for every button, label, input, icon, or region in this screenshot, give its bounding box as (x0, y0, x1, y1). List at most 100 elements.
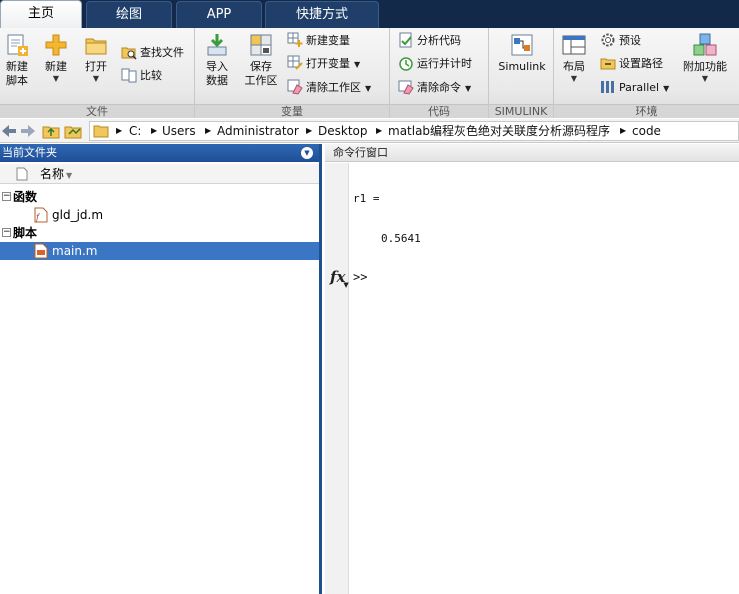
file-row-gld-jd[interactable]: f gld_jd.m (0, 206, 319, 224)
collapse-toggle-icon[interactable]: − (2, 228, 11, 237)
tab-plots[interactable]: 绘图 (86, 1, 172, 28)
file-row-main[interactable]: main.m (0, 242, 319, 260)
new-script-icon (7, 34, 28, 56)
file-name: main.m (52, 244, 98, 258)
group-row-scripts[interactable]: − 脚本 (0, 224, 319, 242)
back-arrow-icon[interactable] (0, 122, 18, 140)
find-files-label: 查找文件 (140, 46, 184, 59)
breadcrumb-separator-icon: ▶ (151, 126, 158, 135)
addons-cubes-icon (693, 33, 717, 56)
run-and-time-button[interactable]: 运行并计时 (398, 55, 472, 73)
breadcrumb-drive[interactable]: C: (129, 122, 141, 140)
save-workspace-button[interactable]: 保存 工作区 (241, 30, 281, 88)
open-variable-button[interactable]: 打开变量 ▼ (287, 55, 360, 73)
analyze-code-label: 分析代码 (417, 34, 461, 47)
clear-workspace-label: 清除工作区 (306, 81, 361, 94)
breadcrumb-separator-icon: ▶ (306, 126, 313, 135)
clear-workspace-icon (287, 79, 303, 95)
new-script-label-2: 脚本 (6, 74, 28, 87)
collapse-toggle-icon[interactable]: − (2, 192, 11, 201)
import-data-icon (207, 34, 227, 56)
group-variable: 导入 数据 保存 工作区 新建变量 打开变量 ▼ 清除工作区 ▼ 变量 (195, 28, 390, 118)
command-window[interactable]: 命令行窗口 r1 = 0.5641 fx▼ >> (325, 144, 739, 594)
breadcrumb[interactable]: ▶ C: ▶ Users ▶ Administrator ▶ Desktop ▶… (89, 121, 739, 141)
addons-button[interactable]: 附加功能 ▼ (680, 30, 730, 84)
script-file-icon (34, 243, 48, 259)
tab-home[interactable]: 主页 (0, 0, 82, 28)
folder-icon (93, 125, 109, 138)
output-variable-line: r1 = (353, 192, 380, 205)
simulink-button[interactable]: Simulink (495, 30, 549, 74)
new-dropdown-icon: ▼ (52, 74, 60, 83)
group-row-functions[interactable]: − 函数 (0, 188, 319, 206)
clear-commands-dropdown-icon[interactable]: ▼ (465, 84, 471, 93)
breadcrumb-project-folder[interactable]: matlab编程灰色绝对关联度分析源码程序 (388, 122, 610, 140)
import-label-2: 数据 (206, 74, 228, 87)
layout-button[interactable]: 布局 ▼ (558, 30, 590, 84)
name-column-header[interactable]: 名称 ▼ (40, 164, 72, 186)
clear-commands-icon (398, 80, 414, 95)
analyze-code-button[interactable]: 分析代码 (398, 32, 461, 50)
group-file: 新建 脚本 新建 ▼ 打开 ▼ 查找文件 比较 文件 (0, 28, 195, 118)
parallel-dropdown-icon[interactable]: ▼ (663, 84, 669, 93)
import-data-button[interactable]: 导入 数据 (201, 30, 233, 88)
tab-shortcuts[interactable]: 快捷方式 (265, 1, 379, 28)
set-path-button[interactable]: 设置路径 (600, 55, 663, 73)
current-folder-title: 当前文件夹 (2, 146, 57, 159)
run-and-time-label: 运行并计时 (417, 57, 472, 70)
toolstrip-tabs: 主页 绘图 APP 快捷方式 (0, 0, 739, 28)
open-folder-icon (85, 38, 107, 55)
clear-workspace-button[interactable]: 清除工作区 ▼ (287, 79, 371, 97)
open-dropdown-icon: ▼ (92, 74, 100, 83)
function-browser-fx-icon[interactable]: fx▼ (330, 268, 349, 289)
breadcrumb-separator-icon: ▶ (620, 126, 627, 135)
new-variable-icon (287, 32, 303, 47)
forward-arrow-icon[interactable] (19, 122, 37, 140)
current-folder-title-bar[interactable]: 当前文件夹 ▼ (0, 144, 319, 162)
group-code-label: 代码 (390, 104, 488, 118)
command-prompt[interactable]: >> (353, 270, 367, 284)
preferences-label: 预设 (619, 34, 641, 47)
output-value-line: 0.5641 (381, 232, 421, 245)
group-simulink-label: SIMULINK (489, 104, 553, 118)
open-variable-label: 打开变量 (306, 57, 350, 70)
layout-icon (562, 35, 586, 55)
compare-button[interactable]: 比较 (121, 67, 162, 85)
clear-commands-button[interactable]: 清除命令 ▼ (398, 79, 471, 97)
group-environment: 布局 ▼ 预设 设置路径 Parallel ▼ 附加功能 ▼ 环境 (554, 28, 739, 118)
command-window-title[interactable]: 命令行窗口 (325, 144, 739, 162)
new-label: 新建 (45, 60, 67, 73)
breadcrumb-separator-icon: ▶ (205, 126, 212, 135)
layout-dropdown-icon: ▼ (570, 74, 578, 83)
new-button[interactable]: 新建 ▼ (40, 30, 72, 84)
gear-icon (601, 33, 615, 47)
find-files-button[interactable]: 查找文件 (121, 44, 184, 62)
preferences-button[interactable]: 预设 (600, 32, 641, 50)
breadcrumb-desktop[interactable]: Desktop (318, 122, 368, 140)
panel-menu-chevron-down-icon[interactable]: ▼ (301, 147, 313, 159)
new-variable-label: 新建变量 (306, 34, 350, 47)
breadcrumb-separator-icon: ▶ (376, 126, 383, 135)
compare-icon (121, 68, 137, 83)
breadcrumb-code[interactable]: code (632, 122, 661, 140)
new-script-button[interactable]: 新建 脚本 (2, 30, 32, 88)
name-column-label: 名称 (40, 167, 65, 181)
breadcrumb-users[interactable]: Users (162, 122, 196, 140)
clear-workspace-dropdown-icon[interactable]: ▼ (365, 84, 371, 93)
open-button[interactable]: 打开 ▼ (80, 30, 112, 84)
new-variable-button[interactable]: 新建变量 (287, 32, 350, 50)
new-script-label-1: 新建 (6, 60, 28, 73)
file-name: gld_jd.m (52, 208, 104, 222)
parallel-button[interactable]: Parallel ▼ (600, 79, 669, 97)
group-environment-label: 环境 (554, 104, 739, 118)
group-code: 分析代码 运行并计时 清除命令 ▼ 代码 (390, 28, 489, 118)
browse-folder-icon[interactable] (64, 122, 82, 140)
up-folder-icon[interactable] (42, 122, 60, 140)
file-type-column-icon[interactable] (16, 167, 28, 181)
fx-caret-icon: ▼ (343, 280, 349, 289)
open-variable-dropdown-icon[interactable]: ▼ (354, 60, 360, 69)
group-variable-label: 变量 (195, 104, 389, 118)
breadcrumb-administrator[interactable]: Administrator (217, 122, 299, 140)
addons-label: 附加功能 (683, 60, 727, 73)
tab-apps[interactable]: APP (176, 1, 262, 28)
